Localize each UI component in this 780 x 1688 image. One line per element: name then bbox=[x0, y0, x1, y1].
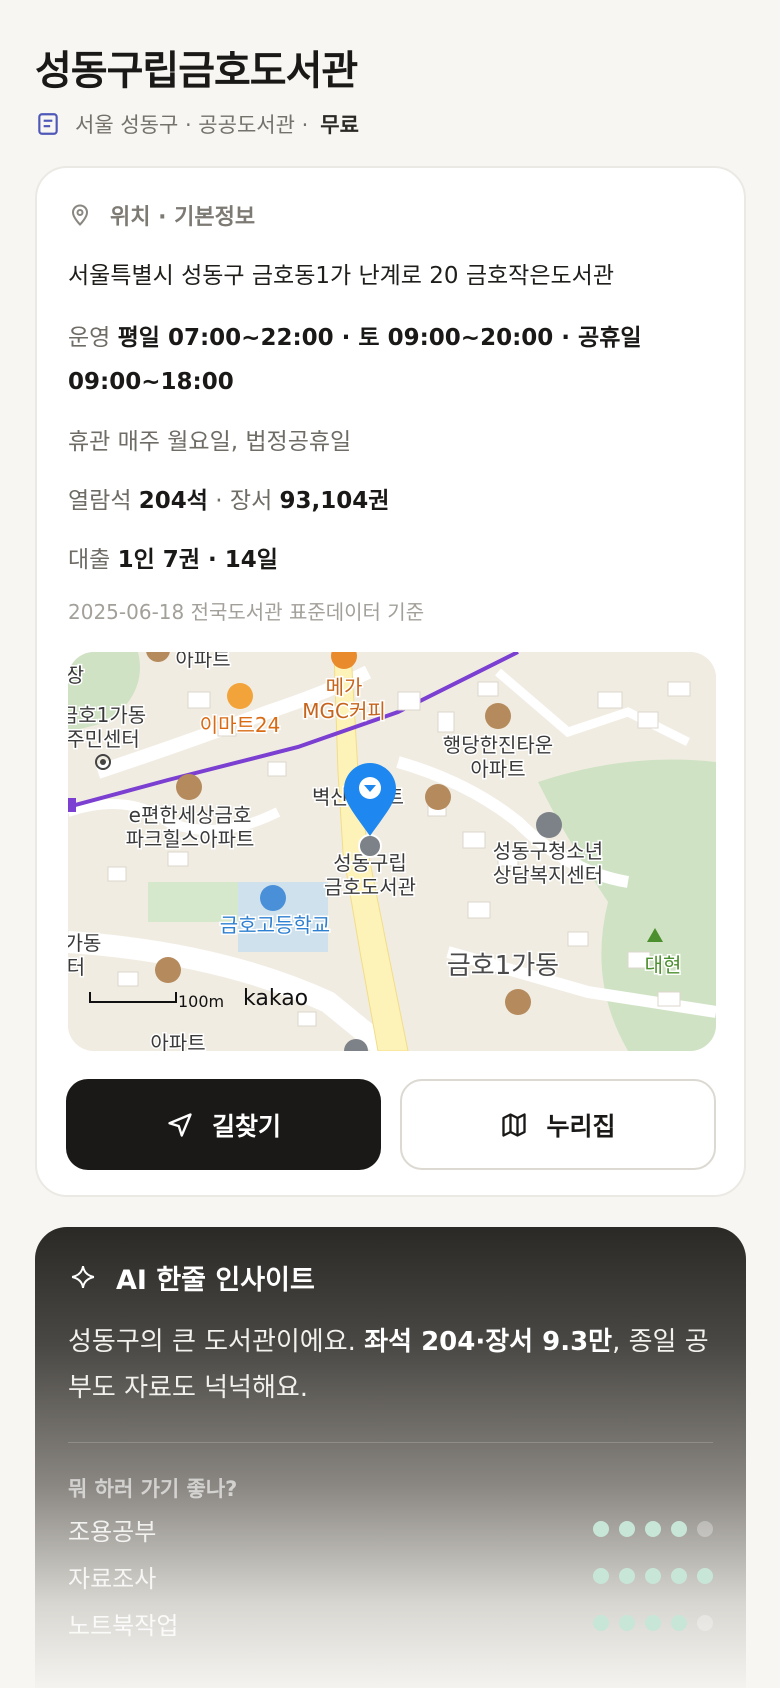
data-source: 2025-06-18 전국도서관 표준데이터 기준 bbox=[68, 600, 425, 624]
closed-value: 매주 월요일, 법정공휴일 bbox=[117, 429, 352, 455]
rating-dots bbox=[593, 1521, 713, 1537]
ai-title: AI 한줄 인사이트 bbox=[116, 1264, 315, 1296]
library-region-type: 서울 성동구 · 공공도서관 · bbox=[75, 113, 309, 137]
map-label: 장 bbox=[68, 663, 84, 687]
rating-dot-empty bbox=[697, 1615, 713, 1631]
map-icon bbox=[502, 1112, 527, 1137]
operating-hours: 운영 평일 07:00~22:00 · 토 09:00~20:00 · 공휴일 … bbox=[68, 316, 678, 404]
books-label: · 장서 bbox=[215, 488, 273, 514]
rating-dot-filled bbox=[645, 1615, 661, 1631]
rating-dot-filled bbox=[593, 1568, 609, 1584]
map-canvas[interactable]: 아파트 장 메가 MGC커피 이마트24 금호1가동 주민센터 행당한진타운 아… bbox=[68, 652, 716, 1051]
rating-dot-filled bbox=[645, 1568, 661, 1584]
ai-text-bold: 좌석 204·장서 9.3만 bbox=[364, 1327, 613, 1357]
rating-dot-filled bbox=[671, 1615, 687, 1631]
rating-label: 노트북작업 bbox=[68, 1611, 179, 1640]
map-label: 이마트24 bbox=[200, 713, 281, 737]
sparkle-icon bbox=[71, 1265, 95, 1289]
loan-value: 1인 7권 · 14일 bbox=[117, 547, 278, 573]
map-label: 파크힐스아파트 bbox=[126, 827, 255, 851]
page-title: 성동구립금호도서관 bbox=[35, 48, 358, 94]
closed-days: 휴관 매주 월요일, 법정공휴일 bbox=[68, 422, 351, 456]
ai-text-a: 성동구의 큰 도서관이에요. bbox=[68, 1327, 365, 1357]
map-label: 상담복지센터 bbox=[493, 863, 603, 887]
hours-label: 운영 bbox=[68, 325, 111, 351]
map-label: 아파트 bbox=[470, 757, 525, 781]
address: 서울특별시 성동구 금호동1가 난계로 20 금호작은도서관 bbox=[68, 263, 614, 289]
rating-label: 조용공부 bbox=[68, 1517, 157, 1546]
kakao-logo: kakao bbox=[243, 986, 308, 1011]
rating-dot-filled bbox=[697, 1568, 713, 1584]
rating-dots bbox=[593, 1615, 713, 1631]
hours-value: 평일 07:00~22:00 · 토 09:00~20:00 · 공휴일 09:… bbox=[68, 325, 642, 395]
map-label: 금호1가동 bbox=[68, 703, 146, 727]
section-title: 위치 · 기본정보 bbox=[110, 205, 256, 230]
fee-label: 무료 bbox=[320, 113, 359, 137]
website-button[interactable]: 누리집 bbox=[400, 1079, 716, 1170]
rating-label: 자료조사 bbox=[68, 1564, 157, 1593]
rating-dot-filled bbox=[619, 1615, 635, 1631]
rating-dot-filled bbox=[671, 1568, 687, 1584]
map-label: 가동 bbox=[68, 931, 101, 955]
closed-label: 휴관 bbox=[68, 429, 111, 455]
rating-dot-filled bbox=[619, 1568, 635, 1584]
map-label: 주민센터 bbox=[68, 727, 140, 751]
ai-insight-text: 성동구의 큰 도서관이에요. 좌석 204·장서 9.3만, 종일 공부도 자료… bbox=[68, 1319, 718, 1411]
rating-row: 자료조사 bbox=[68, 1561, 713, 1593]
rating-dot-filled bbox=[671, 1521, 687, 1537]
info-card: 위치 · 기본정보 서울특별시 성동구 금호동1가 난계로 20 금호작은도서관… bbox=[35, 166, 746, 1197]
map-label: 금호고등학교 bbox=[220, 913, 330, 937]
directions-label: 길찾기 bbox=[211, 1111, 281, 1141]
directions-button[interactable]: 길찾기 bbox=[66, 1079, 381, 1170]
ai-heading: AI 한줄 인사이트 bbox=[70, 1259, 315, 1296]
divider bbox=[68, 1442, 713, 1443]
map-label: 대현 bbox=[645, 953, 682, 977]
loan-label: 대출 bbox=[68, 547, 111, 573]
library-meta: 서울 성동구 · 공공도서관 · 무료 bbox=[35, 108, 359, 140]
map-label: 금호도서관 bbox=[324, 875, 416, 899]
rating-dot-filled bbox=[593, 1521, 609, 1537]
ai-insight-card: AI 한줄 인사이트 성동구의 큰 도서관이에요. 좌석 204·장서 9.3만… bbox=[35, 1227, 746, 1688]
seats-books: 열람석 204석 · 장서 93,104권 bbox=[68, 481, 389, 515]
subway-line-end bbox=[68, 798, 76, 812]
location-pin-icon bbox=[71, 204, 89, 226]
loan-policy: 대출 1인 7권 · 14일 bbox=[68, 540, 278, 574]
section-heading: 위치 · 기본정보 bbox=[68, 200, 255, 230]
seats-value: 204석 bbox=[138, 488, 208, 514]
map-label: 아파트 bbox=[150, 1031, 205, 1051]
map-label: 아파트 bbox=[175, 652, 230, 671]
doc-icon bbox=[38, 113, 58, 135]
rating-row: 노트북작업 bbox=[68, 1608, 713, 1640]
navigation-arrow-icon bbox=[168, 1112, 192, 1137]
map-label: 성동구청소년 bbox=[493, 839, 603, 863]
seats-label: 열람석 bbox=[68, 488, 132, 514]
rating-dot-filled bbox=[593, 1615, 609, 1631]
rating-dot-empty bbox=[697, 1521, 713, 1537]
map-label: e편한세상금호 bbox=[129, 803, 252, 827]
location-map[interactable]: 아파트 장 메가 MGC커피 이마트24 금호1가동 주민센터 행당한진타운 아… bbox=[68, 652, 716, 1051]
rating-dots bbox=[593, 1568, 713, 1584]
map-label: 터 bbox=[68, 955, 85, 979]
website-label: 누리집 bbox=[546, 1111, 616, 1141]
ai-question: 뭐 하러 가기 좋나? bbox=[68, 1477, 238, 1501]
scale-label: 100m bbox=[178, 992, 224, 1011]
map-label: 메가 bbox=[326, 675, 363, 699]
rating-row: 조용공부 bbox=[68, 1514, 713, 1546]
books-value: 93,104권 bbox=[279, 488, 390, 514]
map-label: 행당한진타운 bbox=[443, 733, 553, 757]
rating-dot-filled bbox=[645, 1521, 661, 1537]
map-label: 금호1가동 bbox=[447, 951, 559, 981]
map-label: MGC커피 bbox=[302, 699, 386, 723]
rating-dot-filled bbox=[619, 1521, 635, 1537]
